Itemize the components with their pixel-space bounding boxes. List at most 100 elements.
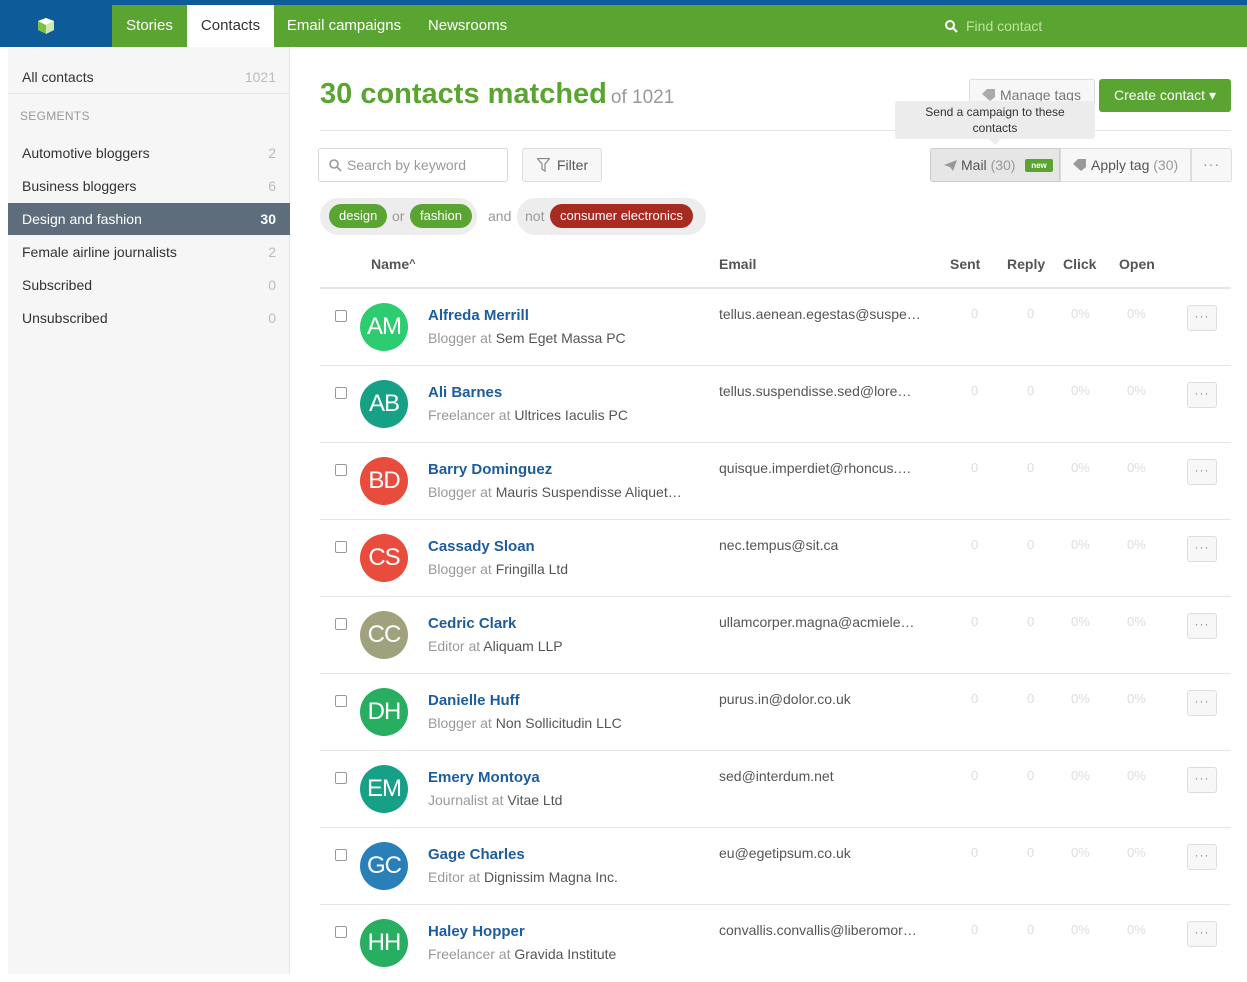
contact-position: Blogger at Sem Eget Massa PC [428, 330, 698, 346]
contact-company: Ultrices Iaculis PC [514, 407, 628, 423]
click-rate: 0% [1071, 306, 1090, 321]
sidebar-item-female-airline-journalists[interactable]: Female airline journalists 2 [8, 236, 290, 268]
contact-position: Journalist at Vitae Ltd [428, 792, 698, 808]
sidebar-item-label: Female airline journalists [22, 244, 177, 260]
sidebar-item-count: 30 [260, 211, 276, 227]
table-row: CC Cedric Clark Editor at Aliquam LLP ul… [320, 597, 1231, 674]
table-row: AM Alfreda Merrill Blogger at Sem Eget M… [320, 289, 1231, 366]
mail-button[interactable]: Mail (30) new [930, 148, 1060, 182]
open-rate: 0% [1127, 537, 1146, 552]
app-logo[interactable] [0, 5, 112, 47]
sidebar-item-label: Unsubscribed [22, 310, 108, 326]
open-rate: 0% [1127, 614, 1146, 629]
tag-chip-consumer-electronics[interactable]: consumer electronics [550, 204, 693, 228]
sidebar-item-all-contacts[interactable]: All contacts 1021 [8, 61, 290, 93]
row-checkbox[interactable] [335, 310, 347, 322]
contact-company: Vitae Ltd [507, 792, 563, 808]
tag-icon [982, 89, 995, 101]
contact-role: Blogger at [428, 484, 492, 500]
row-checkbox[interactable] [335, 849, 347, 861]
column-header-email[interactable]: Email [719, 256, 756, 272]
sidebar-item-design-and-fashion[interactable]: Design and fashion 30 [8, 203, 290, 235]
reply-count: 0 [1027, 306, 1035, 321]
page-title: 30 contacts matched of 1021 [320, 78, 674, 111]
sent-count: 0 [971, 768, 979, 783]
click-rate: 0% [1071, 922, 1090, 937]
sent-count: 0 [971, 845, 979, 860]
avatar: BD [360, 457, 408, 505]
find-contact-search[interactable]: Find contact [940, 5, 1230, 47]
row-more-button[interactable]: ··· [1187, 767, 1217, 793]
row-more-button[interactable]: ··· [1187, 844, 1217, 870]
avatar: DH [360, 688, 408, 736]
row-more-button[interactable]: ··· [1187, 690, 1217, 716]
sidebar-item-subscribed[interactable]: Subscribed 0 [8, 269, 290, 301]
column-header-click[interactable]: Click [1063, 256, 1096, 272]
sidebar-item-unsubscribed[interactable]: Unsubscribed 0 [8, 302, 290, 334]
row-more-button[interactable]: ··· [1187, 305, 1217, 331]
contact-name-link[interactable]: Barry Dominguez [428, 461, 552, 478]
sidebar-item-label: Business bloggers [22, 178, 137, 194]
contact-role: Freelancer at [428, 407, 511, 423]
row-checkbox[interactable] [335, 695, 347, 707]
table-row: HH Haley Hopper Freelancer at Gravida In… [320, 905, 1231, 982]
column-header-name[interactable]: Name^ [371, 256, 416, 272]
contact-role: Blogger at [428, 715, 492, 731]
contact-email: quisque.imperdiet@rhoncus.… [719, 460, 912, 476]
contact-name-link[interactable]: Cassady Sloan [428, 538, 535, 555]
reply-count: 0 [1027, 537, 1035, 552]
not-tag-filter-group[interactable]: not consumer electronics [517, 198, 706, 235]
table-row: BD Barry Dominguez Blogger at Mauris Sus… [320, 443, 1231, 520]
contact-name-link[interactable]: Emery Montoya [428, 769, 540, 786]
row-checkbox[interactable] [335, 387, 347, 399]
row-checkbox[interactable] [335, 541, 347, 553]
open-rate: 0% [1127, 383, 1146, 398]
sidebar-item-business-bloggers[interactable]: Business bloggers 6 [8, 170, 290, 202]
row-checkbox[interactable] [335, 772, 347, 784]
sidebar-item-count: 2 [268, 244, 276, 260]
row-checkbox[interactable] [335, 926, 347, 938]
tab-email-campaigns[interactable]: Email campaigns [274, 5, 414, 47]
tag-chip-fashion[interactable]: fashion [410, 204, 472, 228]
contact-name-link[interactable]: Danielle Huff [428, 692, 520, 709]
sidebar-item-count: 0 [268, 277, 276, 293]
tab-stories[interactable]: Stories [112, 5, 187, 47]
row-more-button[interactable]: ··· [1187, 536, 1217, 562]
tag-icon [1073, 159, 1086, 171]
filter-label: Filter [557, 157, 589, 173]
tag-chip-design[interactable]: design [329, 204, 388, 228]
or-tag-filter-group[interactable]: design or fashion [320, 198, 477, 235]
tab-newsrooms[interactable]: Newsrooms [414, 5, 521, 47]
contact-name-link[interactable]: Gage Charles [428, 846, 525, 863]
contact-name-link[interactable]: Cedric Clark [428, 615, 516, 632]
tab-contacts[interactable]: Contacts [187, 5, 274, 47]
contact-name-link[interactable]: Haley Hopper [428, 923, 525, 940]
row-more-button[interactable]: ··· [1187, 613, 1217, 639]
contact-company: Dignissim Magna Inc. [484, 869, 618, 885]
contact-position: Freelancer at Gravida Institute [428, 946, 698, 962]
contact-company: Mauris Suspendisse Aliquet… [495, 484, 682, 500]
row-more-button[interactable]: ··· [1187, 382, 1217, 408]
more-actions-button[interactable]: ··· [1191, 148, 1232, 182]
column-header-open[interactable]: Open [1119, 256, 1155, 272]
sidebar-item-automotive-bloggers[interactable]: Automotive bloggers 2 [8, 137, 290, 169]
contact-position: Freelancer at Ultrices Iaculis PC [428, 407, 698, 423]
open-rate: 0% [1127, 922, 1146, 937]
keyword-search-input[interactable]: Search by keyword [318, 148, 508, 182]
contact-email: tellus.aenean.egestas@suspe… [719, 306, 921, 322]
contact-name-link[interactable]: Ali Barnes [428, 384, 502, 401]
row-more-button[interactable]: ··· [1187, 459, 1217, 485]
matched-count-title: 30 contacts matched [320, 78, 607, 110]
create-contact-button[interactable]: Create contact ▾ [1099, 79, 1231, 112]
row-checkbox[interactable] [335, 464, 347, 476]
apply-tag-label: Apply tag [1091, 157, 1150, 173]
column-header-reply[interactable]: Reply [1007, 256, 1045, 272]
column-header-sent[interactable]: Sent [950, 256, 980, 272]
contact-name-link[interactable]: Alfreda Merrill [428, 307, 529, 324]
contact-position: Blogger at Non Sollicitudin LLC [428, 715, 698, 731]
row-checkbox[interactable] [335, 618, 347, 630]
filter-button[interactable]: Filter [522, 148, 602, 182]
apply-tag-button[interactable]: Apply tag (30) [1060, 148, 1191, 182]
new-badge: new [1025, 159, 1053, 172]
row-more-button[interactable]: ··· [1187, 921, 1217, 947]
